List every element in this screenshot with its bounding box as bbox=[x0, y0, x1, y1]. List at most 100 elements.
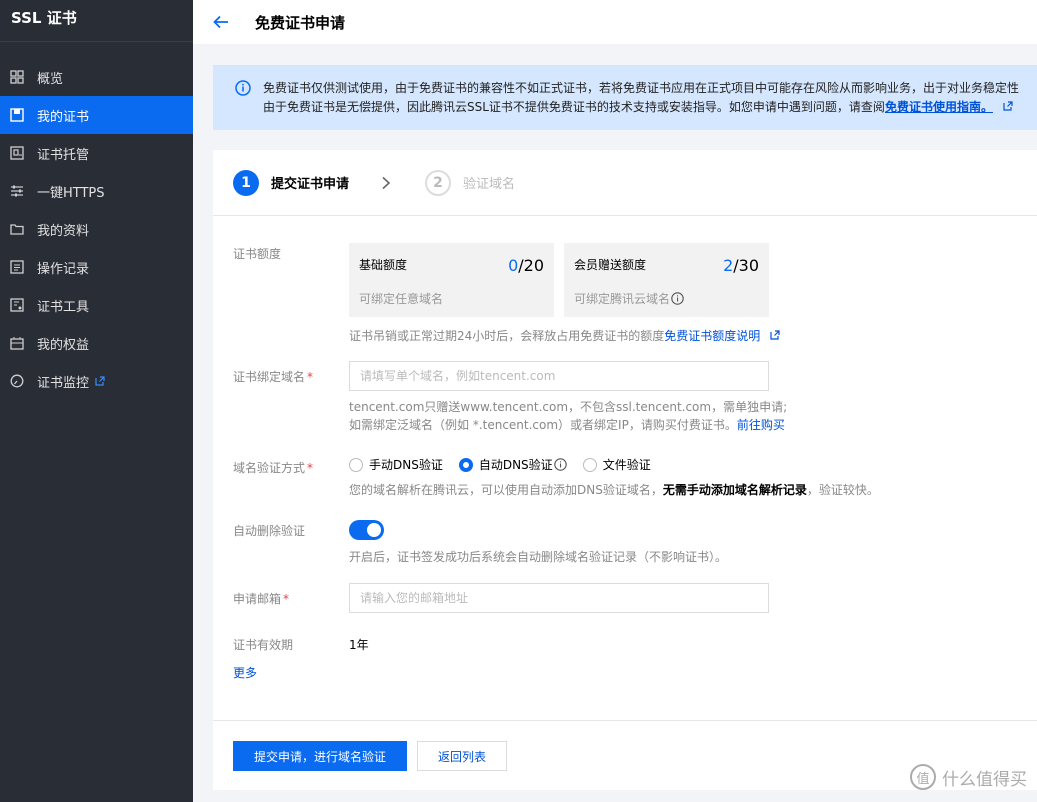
basic-quota-used: 0 bbox=[508, 256, 519, 275]
radio-dot bbox=[582, 457, 597, 472]
sliders-icon bbox=[10, 184, 24, 198]
help-icon[interactable] bbox=[671, 292, 684, 305]
sidebar-item-label: 证书工具 bbox=[37, 299, 90, 315]
step-2-label: 验证域名 bbox=[463, 177, 516, 192]
basic-quota-count: 0/20 bbox=[508, 256, 544, 275]
watermark-text: 什么值得买 bbox=[942, 769, 1027, 790]
application-form-card: 1 提交证书申请 2 验证域名 证书额度 基础额度 0/20 可绑定任意域名 会… bbox=[213, 150, 1037, 790]
auto-delete-toggle[interactable] bbox=[349, 520, 384, 540]
email-label: 申请邮箱 * bbox=[233, 590, 289, 607]
radio-dot bbox=[349, 457, 363, 472]
member-quota-desc: 可绑定腾讯云域名 bbox=[574, 292, 671, 306]
domain-label: 证书绑定域名 * bbox=[233, 368, 313, 385]
external-link-icon bbox=[95, 376, 105, 386]
sidebar-item-overview[interactable]: 概览 bbox=[0, 58, 193, 96]
required-mark: * bbox=[283, 592, 290, 606]
step-indicator: 1 提交证书申请 2 验证域名 bbox=[213, 150, 1037, 216]
required-mark: * bbox=[307, 370, 314, 384]
member-quota-desc-row: 可绑定腾讯云域名 bbox=[574, 290, 759, 307]
page-title: 免费证书申请 bbox=[255, 13, 346, 32]
domain-hint: tencent.com只赠送www.tencent.com，不包含ssl.ten… bbox=[349, 398, 787, 434]
member-quota-total: /30 bbox=[733, 256, 759, 275]
step-1-label: 提交证书申请 bbox=[271, 177, 350, 192]
domain-hint-line-1: tencent.com只赠送www.tencent.com，不包含ssl.ten… bbox=[349, 400, 788, 414]
sidebar-item-my-benefits[interactable]: 我的权益 bbox=[0, 324, 193, 362]
notice-line-1: 免费证书仅供测试使用，由于免费证书的兼容性不如正式证书，若将免费证书应用在正式项… bbox=[263, 81, 1020, 95]
sidebar-title: SSL 证书 bbox=[0, 0, 193, 42]
quota-explain-link[interactable]: 免费证书额度说明 bbox=[664, 329, 760, 343]
free-cert-guide-link[interactable]: 免费证书使用指南。 bbox=[885, 100, 993, 114]
notice-line-2: 由于免费证书是无偿提供，因此腾讯云SSL证书不提供免费证书的技术支持或安装指导。… bbox=[263, 98, 1037, 117]
page-header: 免费证书申请 bbox=[193, 0, 1037, 44]
back-to-list-button[interactable]: 返回列表 bbox=[417, 741, 507, 771]
radio-dot-checked bbox=[458, 457, 473, 472]
radio-file-verify[interactable]: 文件验证 bbox=[582, 456, 651, 473]
sidebar-item-label: 证书托管 bbox=[37, 147, 90, 163]
auto-delete-hint: 开启后，证书签发成功后系统会自动删除域名验证记录（不影响证书）。 bbox=[349, 550, 728, 564]
radio-label: 自动DNS验证 bbox=[478, 458, 553, 472]
monitor-icon bbox=[10, 374, 24, 388]
sidebar-item-operation-log[interactable]: 操作记录 bbox=[0, 248, 193, 286]
required-mark: * bbox=[307, 461, 314, 475]
member-quota-box: 会员赠送额度 2/30 可绑定腾讯云域名 bbox=[564, 243, 769, 317]
folder-icon bbox=[10, 222, 24, 236]
sidebar-item-cert-tools[interactable]: 证书工具 bbox=[0, 286, 193, 324]
tool-icon bbox=[10, 298, 24, 312]
gift-icon bbox=[10, 336, 24, 350]
info-icon bbox=[235, 80, 251, 102]
help-icon[interactable] bbox=[553, 458, 567, 471]
verify-method-hint: 您的域名解析在腾讯云，可以使用自动添加DNS验证域名，无需手动添加域名解析记录，… bbox=[349, 481, 879, 499]
verify-method-radio-group: 手动DNS验证 自动DNS验证 文件验证 bbox=[349, 456, 667, 473]
hosting-icon bbox=[10, 146, 24, 160]
verify-method-label: 域名验证方式 * bbox=[233, 459, 313, 476]
domain-hint-line-2: 如需绑定泛域名（例如 *.tencent.com）或者绑定IP，请购买付费证书。… bbox=[349, 416, 787, 434]
email-label-text: 申请邮箱 bbox=[233, 592, 282, 606]
sidebar-item-my-certificates[interactable]: 我的证书 bbox=[0, 96, 193, 134]
quota-hint: 证书吊销或正常过期24小时后，会释放占用免费证书的额度免费证书额度说明 bbox=[349, 327, 780, 345]
domain-input[interactable] bbox=[349, 361, 769, 391]
email-input[interactable] bbox=[349, 583, 769, 613]
notice-line-2-text: 由于免费证书是无偿提供，因此腾讯云SSL证书不提供免费证书的技术支持或安装指导。… bbox=[263, 100, 885, 114]
sidebar-item-label: 一键HTTPS bbox=[37, 185, 105, 201]
sidebar-item-label: 我的资料 bbox=[37, 223, 90, 239]
sidebar-item-label: 操作记录 bbox=[37, 261, 90, 277]
radio-manual-dns[interactable]: 手动DNS验证 bbox=[349, 456, 443, 473]
validity-value: 1年 bbox=[349, 638, 369, 652]
sidebar-item-one-click-https[interactable]: 一键HTTPS bbox=[0, 172, 193, 210]
certificate-icon bbox=[10, 108, 24, 122]
back-arrow-icon[interactable] bbox=[211, 12, 231, 32]
grid-icon bbox=[10, 70, 24, 84]
sidebar-item-hosting[interactable]: 证书托管 bbox=[0, 134, 193, 172]
divider bbox=[213, 720, 1037, 721]
sidebar-nav: 概览 我的证书 证书托管 一键HTTPS 我的资料 操作记录 证书工具 我的权益… bbox=[0, 42, 193, 400]
basic-quota-box: 基础额度 0/20 可绑定任意域名 bbox=[349, 243, 554, 317]
sidebar-item-label: 我的权益 bbox=[37, 337, 90, 353]
external-link-icon bbox=[1003, 101, 1013, 111]
sidebar-item-my-profile[interactable]: 我的资料 bbox=[0, 210, 193, 248]
sidebar-item-label: 我的证书 bbox=[37, 109, 90, 125]
watermark-logo: 值 bbox=[910, 764, 936, 790]
quota-hint-text: 证书吊销或正常过期24小时后，会释放占用免费证书的额度 bbox=[349, 329, 665, 343]
more-link[interactable]: 更多 bbox=[233, 664, 257, 681]
radio-label: 文件验证 bbox=[602, 458, 651, 472]
sidebar-item-label: 概览 bbox=[37, 71, 64, 87]
sidebar-item-cert-monitor[interactable]: 证书监控 bbox=[0, 362, 193, 400]
log-icon bbox=[10, 260, 24, 274]
step-2-circle: 2 bbox=[425, 169, 452, 196]
submit-button[interactable]: 提交申请，进行域名验证 bbox=[233, 741, 407, 771]
info-notice: 免费证书仅供测试使用，由于免费证书的兼容性不如正式证书，若将免费证书应用在正式项… bbox=[213, 65, 1037, 130]
verify-hint-text: 您的域名解析在腾讯云，可以使用自动添加DNS验证域名， bbox=[349, 483, 663, 497]
chevron-right-icon bbox=[381, 176, 391, 190]
quota-label: 证书额度 bbox=[233, 247, 282, 261]
basic-quota-total: /20 bbox=[518, 256, 544, 275]
radio-auto-dns[interactable]: 自动DNS验证 bbox=[458, 456, 567, 473]
external-link-icon bbox=[770, 330, 780, 340]
member-quota-count: 2/30 bbox=[723, 256, 759, 275]
sidebar: SSL 证书 概览 我的证书 证书托管 一键HTTPS 我的资料 操作记录 证书… bbox=[0, 0, 193, 802]
step-1-circle: 1 bbox=[233, 169, 259, 196]
radio-label: 手动DNS验证 bbox=[369, 458, 443, 472]
validity-label: 证书有效期 bbox=[233, 638, 294, 652]
buy-paid-cert-link[interactable]: 前往购买 bbox=[737, 418, 785, 432]
sidebar-item-label: 证书监控 bbox=[37, 375, 90, 391]
verify-method-label-text: 域名验证方式 bbox=[233, 461, 306, 475]
